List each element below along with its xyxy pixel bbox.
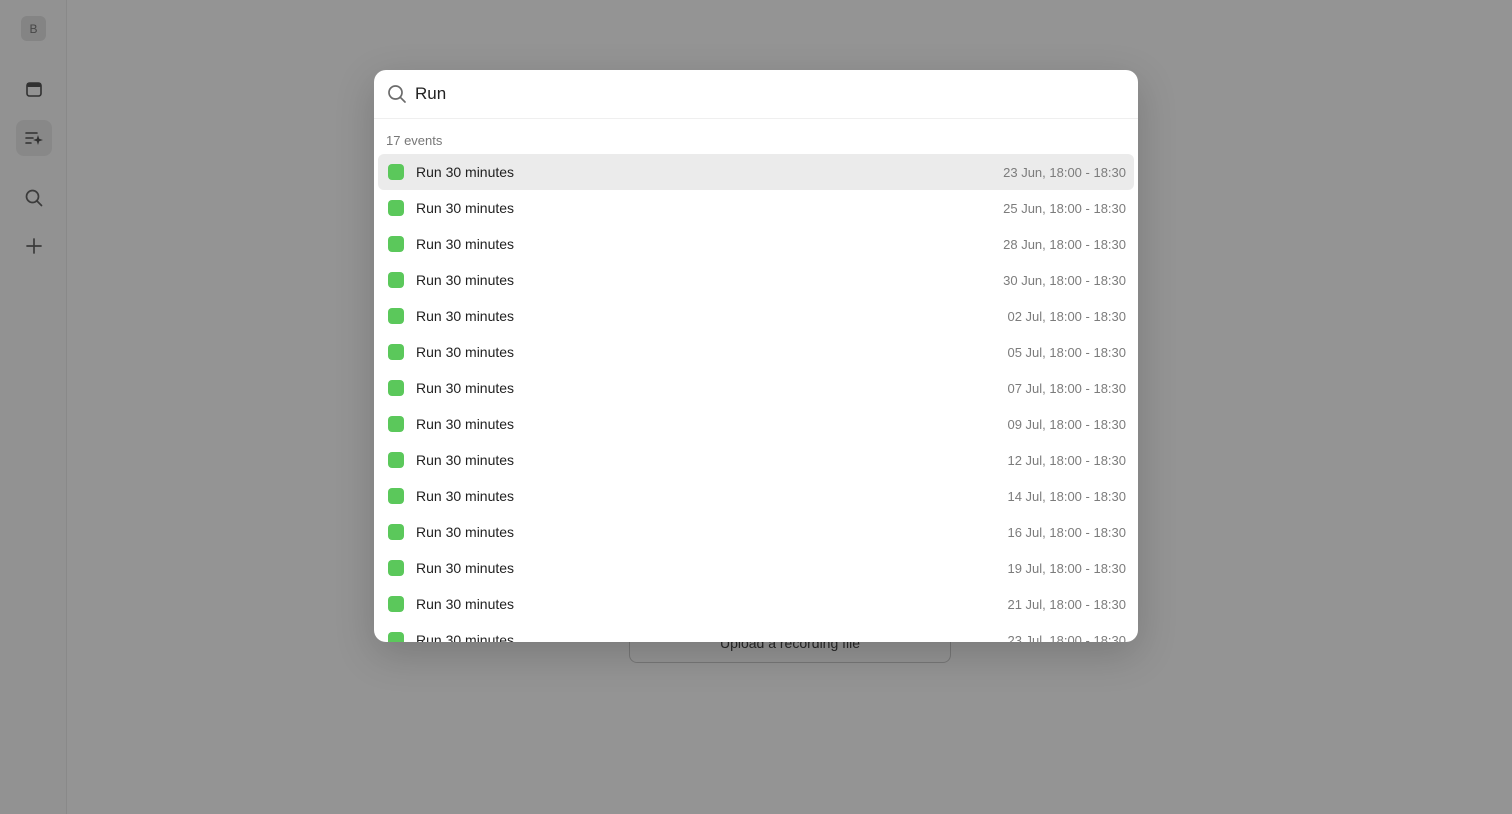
event-color-indicator [388,452,404,468]
event-title: Run 30 minutes [416,236,515,252]
event-time: 23 Jun, 18:00 - 18:30 [1003,164,1126,180]
result-item[interactable]: Run 30 minutes 12 Jul, 18:00 - 18:30 [378,442,1134,478]
event-time: 09 Jul, 18:00 - 18:30 [1007,416,1126,432]
event-time: 05 Jul, 18:00 - 18:30 [1007,344,1126,360]
event-title: Run 30 minutes [416,488,515,504]
event-title: Run 30 minutes [416,164,515,180]
search-palette: 17 events Run 30 minutes 23 Jun, 18:00 - … [374,70,1138,642]
result-item[interactable]: Run 30 minutes 05 Jul, 18:00 - 18:30 [378,334,1134,370]
event-color-indicator [388,560,404,576]
event-time: 12 Jul, 18:00 - 18:30 [1007,452,1126,468]
event-time: 14 Jul, 18:00 - 18:30 [1007,488,1126,504]
search-input[interactable] [415,84,1095,104]
event-time: 28 Jun, 18:00 - 18:30 [1003,236,1126,252]
event-color-indicator [388,524,404,540]
event-title: Run 30 minutes [416,308,515,324]
event-title: Run 30 minutes [416,560,515,576]
event-title: Run 30 minutes [416,200,515,216]
result-item[interactable]: Run 30 minutes 14 Jul, 18:00 - 18:30 [378,478,1134,514]
event-color-indicator [388,200,404,216]
event-time: 16 Jul, 18:00 - 18:30 [1007,524,1126,540]
results-count: 17 events [386,133,443,148]
result-item[interactable]: Run 30 minutes 19 Jul, 18:00 - 18:30 [378,550,1134,586]
event-title: Run 30 minutes [416,416,515,432]
event-time: 30 Jun, 18:00 - 18:30 [1003,272,1126,288]
result-item[interactable]: Run 30 minutes 23 Jun, 18:00 - 18:30 [378,154,1134,190]
event-time: 21 Jul, 18:00 - 18:30 [1007,596,1126,612]
result-item[interactable]: Run 30 minutes 28 Jun, 18:00 - 18:30 [378,226,1134,262]
event-color-indicator [388,272,404,288]
event-color-indicator [388,488,404,504]
event-title: Run 30 minutes [416,452,515,468]
result-item[interactable]: Run 30 minutes 16 Jul, 18:00 - 18:30 [378,514,1134,550]
event-title: Run 30 minutes [416,524,515,540]
result-item[interactable]: Run 30 minutes 23 Jul, 18:00 - 18:30 [378,622,1134,642]
event-color-indicator [388,380,404,396]
event-time: 19 Jul, 18:00 - 18:30 [1007,560,1126,576]
result-item[interactable]: Run 30 minutes 07 Jul, 18:00 - 18:30 [378,370,1134,406]
result-item[interactable]: Run 30 minutes 02 Jul, 18:00 - 18:30 [378,298,1134,334]
event-color-indicator [388,236,404,252]
event-title: Run 30 minutes [416,272,515,288]
event-title: Run 30 minutes [416,380,515,396]
search-icon [387,84,407,104]
event-color-indicator [388,632,404,642]
event-color-indicator [388,308,404,324]
result-item[interactable]: Run 30 minutes 25 Jun, 18:00 - 18:30 [378,190,1134,226]
event-color-indicator [388,596,404,612]
event-time: 23 Jul, 18:00 - 18:30 [1007,632,1126,643]
result-item[interactable]: Run 30 minutes 21 Jul, 18:00 - 18:30 [378,586,1134,622]
app-window: B Upload a recording file Run 17 events … [0,0,1512,814]
event-time: 02 Jul, 18:00 - 18:30 [1007,308,1126,324]
event-color-indicator [388,416,404,432]
event-title: Run 30 minutes [416,344,515,360]
result-item[interactable]: Run 30 minutes 30 Jun, 18:00 - 18:30 [378,262,1134,298]
event-title: Run 30 minutes [416,596,515,612]
event-color-indicator [388,344,404,360]
result-item[interactable]: Run 30 minutes 09 Jul, 18:00 - 18:30 [378,406,1134,442]
event-time: 25 Jun, 18:00 - 18:30 [1003,200,1126,216]
event-color-indicator [388,164,404,180]
search-bar [374,70,1138,119]
results-list: Run 30 minutes 23 Jun, 18:00 - 18:30 Run 3… [378,154,1134,642]
event-title: Run 30 minutes [416,632,515,642]
event-time: 07 Jul, 18:00 - 18:30 [1007,380,1126,396]
